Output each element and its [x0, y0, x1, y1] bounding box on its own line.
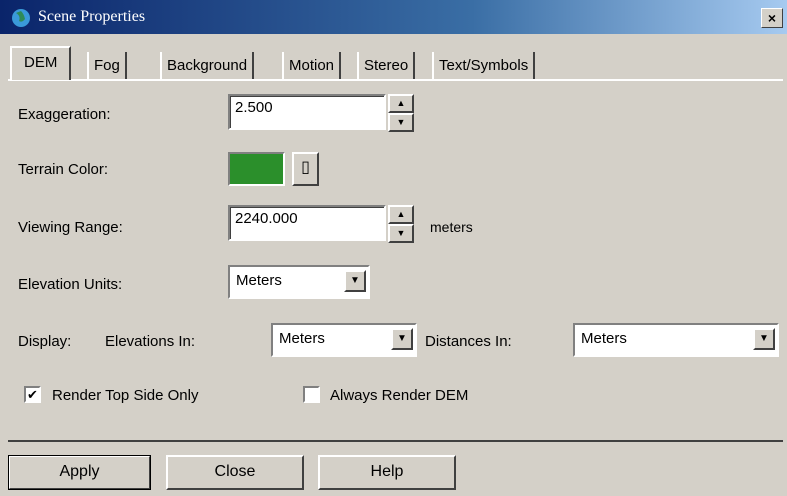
elevation-units-select[interactable]: Meters ▼ [228, 265, 370, 299]
chevron-down-icon[interactable]: ▼ [344, 270, 366, 292]
window-title: Scene Properties [38, 8, 146, 25]
apply-button[interactable]: Apply [8, 455, 151, 490]
display-label: Display: [18, 333, 72, 350]
panel-border [8, 79, 783, 81]
distances-in-value: Meters [581, 330, 627, 347]
chevron-down-icon[interactable]: ▼ [753, 328, 775, 350]
elevations-in-select[interactable]: Meters ▼ [271, 323, 417, 357]
spin-down-icon[interactable]: ▼ [388, 224, 414, 243]
always-render-checkbox[interactable] [303, 386, 320, 403]
viewing-range-unit: meters [430, 219, 473, 235]
tab-fog[interactable]: Fog [87, 52, 127, 80]
spin-up-icon[interactable]: ▲ [388, 94, 414, 113]
spin-up-icon[interactable]: ▲ [388, 205, 414, 224]
distances-in-select[interactable]: Meters ▼ [573, 323, 779, 357]
chevron-down-icon[interactable]: ▼ [391, 328, 413, 350]
exaggeration-input[interactable]: 2.500 [228, 94, 386, 130]
always-render-label[interactable]: Always Render DEM [330, 387, 468, 404]
tab-background[interactable]: Background [160, 52, 255, 80]
checkmark-icon: ✔ [27, 387, 38, 402]
close-window-button[interactable]: × [761, 8, 783, 28]
elevation-units-label: Elevation Units: [18, 276, 123, 293]
render-top-checkbox[interactable]: ✔ [24, 386, 41, 403]
color-picker-icon[interactable]: ▯ [292, 152, 319, 186]
viewing-range-input[interactable]: 2240.000 [228, 205, 386, 241]
elevations-in-label: Elevations In: [105, 333, 196, 350]
distances-in-label: Distances In: [425, 333, 512, 350]
title-bar[interactable]: Scene Properties × [0, 0, 787, 34]
terrain-color-label: Terrain Color: [18, 161, 109, 178]
elevation-units-value: Meters [236, 272, 282, 289]
viewing-range-label: Viewing Range: [18, 219, 123, 236]
panel-border [8, 440, 783, 442]
tab-stereo[interactable]: Stereo [357, 52, 416, 80]
viewing-range-spinner[interactable]: ▲ ▼ [388, 205, 414, 243]
exaggeration-spinner[interactable]: ▲ ▼ [388, 94, 414, 132]
terrain-color-swatch[interactable] [228, 152, 285, 186]
globe-icon [12, 9, 30, 27]
render-top-label[interactable]: Render Top Side Only [52, 387, 198, 404]
exaggeration-label: Exaggeration: [18, 106, 111, 123]
tab-motion[interactable]: Motion [282, 52, 342, 80]
tab-dem[interactable]: DEM [10, 46, 72, 80]
elevations-in-value: Meters [279, 330, 325, 347]
spin-down-icon[interactable]: ▼ [388, 113, 414, 132]
close-button[interactable]: Close [166, 455, 304, 490]
help-button[interactable]: Help [318, 455, 456, 490]
tab-text-symbols[interactable]: Text/Symbols [432, 52, 536, 80]
